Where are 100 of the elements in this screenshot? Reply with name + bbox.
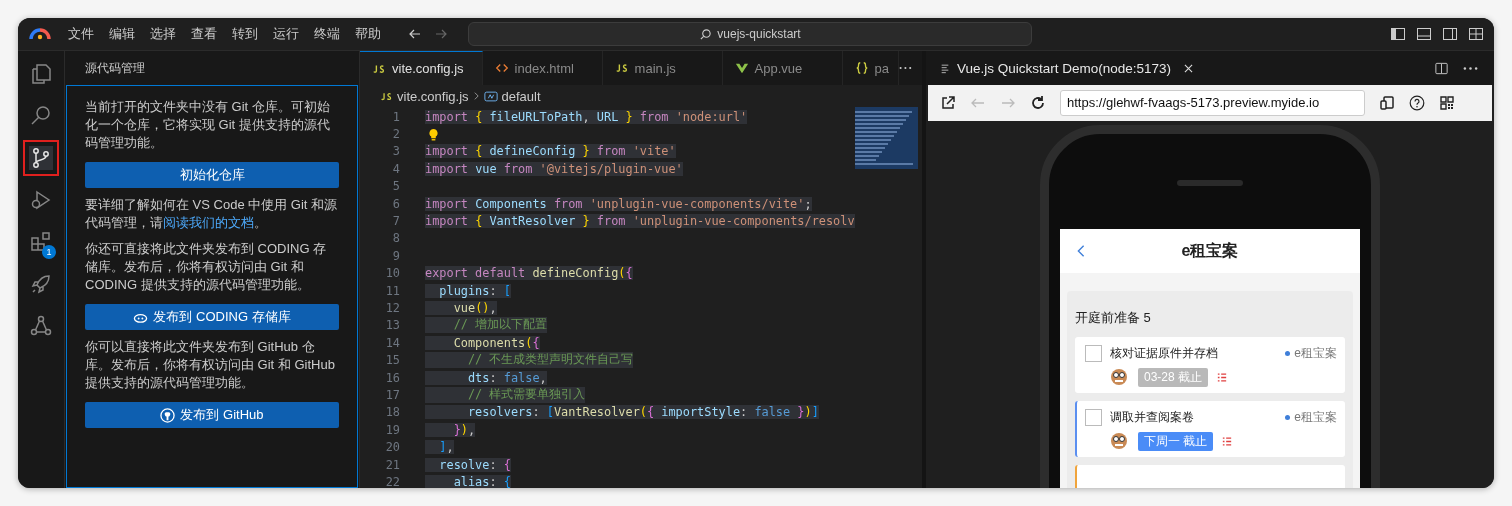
action-button[interactable]: 发布到 GitHub (85, 402, 339, 428)
line-number: 12 (384, 301, 400, 315)
code-token: : (489, 283, 498, 298)
code-token: [ (503, 283, 511, 298)
back-chevron-icon[interactable] (1076, 244, 1086, 258)
code-token: VantResolver (553, 405, 640, 420)
breadcrumb-item[interactable]: default (501, 88, 541, 104)
files-icon[interactable] (29, 62, 53, 86)
layout-icon[interactable] (1468, 26, 1484, 42)
group-title: 开庭前准备 5 (1075, 309, 1152, 327)
line-number: 22 (384, 474, 400, 488)
menu-item[interactable]: 转到 (232, 25, 258, 43)
code-token: { (503, 457, 511, 472)
avatar-icon (1109, 431, 1129, 451)
task-card[interactable]: 核对证据原件并存档 e租宝案 03-28 截止 (1075, 337, 1345, 393)
menu-item[interactable]: 帮助 (355, 25, 381, 43)
code-token: } (582, 144, 591, 159)
code-token: 'unplugin-vue-components/resolv (632, 214, 855, 229)
minimap-drawing (854, 107, 918, 171)
extensions-icon[interactable] (29, 230, 53, 254)
open-external-icon[interactable] (940, 95, 956, 111)
info-paragraph: 要详细了解如何在 VS Code 中使用 Git 和源代码管理，请阅读我们的文档。 (85, 196, 339, 232)
notification-badge: 1 (42, 245, 56, 259)
editor-tab[interactable]: index.html (482, 51, 603, 85)
breadcrumb-item[interactable]: vite.config.js (397, 88, 469, 104)
action-button[interactable]: 发布到 CODING 存储库 (85, 304, 339, 330)
code-token: () (475, 301, 490, 315)
rocket-icon[interactable] (29, 272, 53, 296)
editor-tab[interactable]: main.js (602, 51, 723, 85)
line-number: 14 (384, 335, 400, 350)
code-token: } (625, 109, 634, 124)
task-title: 调取并查阅案卷 (1110, 409, 1194, 426)
project-dot (1285, 351, 1291, 356)
code-token: : (489, 370, 498, 385)
code-token: ] (811, 405, 819, 420)
info-paragraph: 你可以直接将此文件夹发布到 GitHub 仓库。发布后，你将有权访问由 Git 和 GitHub 提供支持的源代码管理功能。 (85, 338, 336, 392)
menu-item[interactable]: 选择 (150, 25, 176, 43)
code-token: resolve (438, 457, 490, 472)
checkbox[interactable] (1085, 345, 1102, 362)
project-dot (1285, 415, 1291, 420)
task-card[interactable]: 调取并查阅案卷 e租宝案 下周一 截止 (1075, 401, 1345, 457)
code-token: '@vitejs/plugin-vue' (539, 161, 683, 176)
secondary-sidebar-icon[interactable] (1442, 26, 1458, 42)
code-token: 'node:url' (675, 109, 748, 124)
list-icon (940, 62, 950, 74)
project-label: e租宝案 (1294, 409, 1337, 426)
line-number: 17 (384, 387, 400, 402)
panel-toggle-icon[interactable] (1416, 26, 1432, 42)
line-number: 8 (391, 231, 400, 246)
code-token: 'unplugin-vue-components/vite' (589, 196, 805, 211)
line-number: 13 (384, 318, 400, 333)
app-logo-icon (28, 27, 52, 41)
more-actions-icon[interactable] (899, 66, 912, 70)
sidebar-toggle-icon[interactable] (1390, 26, 1406, 42)
code-token: defineConfig (532, 266, 619, 281)
menu-item[interactable]: 编辑 (109, 25, 135, 43)
action-button[interactable]: 初始化仓库 (85, 162, 339, 188)
network-icon[interactable] (29, 314, 53, 338)
code-token: { (475, 109, 484, 124)
back-arrow-icon[interactable] (408, 27, 422, 41)
line-number: 10 (384, 266, 400, 281)
lightbulb-icon[interactable] (428, 127, 439, 141)
qr-code-icon[interactable] (1439, 95, 1455, 111)
code-token: from (596, 144, 627, 159)
line-number: 6 (391, 196, 400, 211)
deadline-badge: 下周一 截止 (1138, 431, 1214, 451)
code-token: import (425, 214, 469, 229)
run-debug-icon[interactable] (29, 188, 53, 212)
code-brackets-icon (494, 61, 509, 75)
editor-tab[interactable]: vite.config.js (360, 51, 483, 85)
code-token: // 增加以下配置 (452, 317, 548, 332)
menu-item[interactable]: 运行 (273, 25, 299, 43)
avatar-icon (1109, 367, 1129, 387)
code-token: import (425, 109, 469, 124)
menu-item[interactable]: 文件 (68, 25, 94, 43)
menu-item[interactable]: 终端 (314, 25, 340, 43)
forward-arrow-icon[interactable] (434, 27, 448, 41)
docs-link[interactable]: 阅读我们的文档 (163, 215, 254, 230)
close-icon[interactable] (1184, 63, 1194, 73)
help-icon[interactable] (1409, 95, 1425, 111)
split-editor-icon[interactable] (1434, 60, 1449, 76)
deadline-badge: 03-28 截止 (1138, 367, 1209, 387)
chevron-right-icon (472, 91, 480, 101)
menu-item[interactable]: 查看 (191, 25, 217, 43)
line-number: 9 (391, 248, 400, 263)
code-token: VantResolver (489, 214, 577, 229)
code-token: } (797, 405, 805, 420)
command-search-field[interactable]: vuejs-quickstart (468, 22, 1032, 46)
reload-icon[interactable] (1030, 95, 1046, 111)
code-token: dts (466, 370, 490, 385)
editor-tab[interactable]: pa (842, 51, 900, 85)
code-token: Components (475, 196, 548, 211)
editor-tab[interactable]: App.vue (722, 51, 843, 85)
line-number: 11 (384, 283, 400, 298)
code-token: , (467, 422, 476, 437)
device-icon[interactable] (1379, 95, 1395, 111)
address-field[interactable]: https://glehwf-fvaags-5173.preview.myide.io (1060, 90, 1365, 116)
code-token: vue (475, 161, 498, 176)
branch-icon[interactable] (29, 146, 53, 170)
checkbox[interactable] (1085, 409, 1102, 426)
